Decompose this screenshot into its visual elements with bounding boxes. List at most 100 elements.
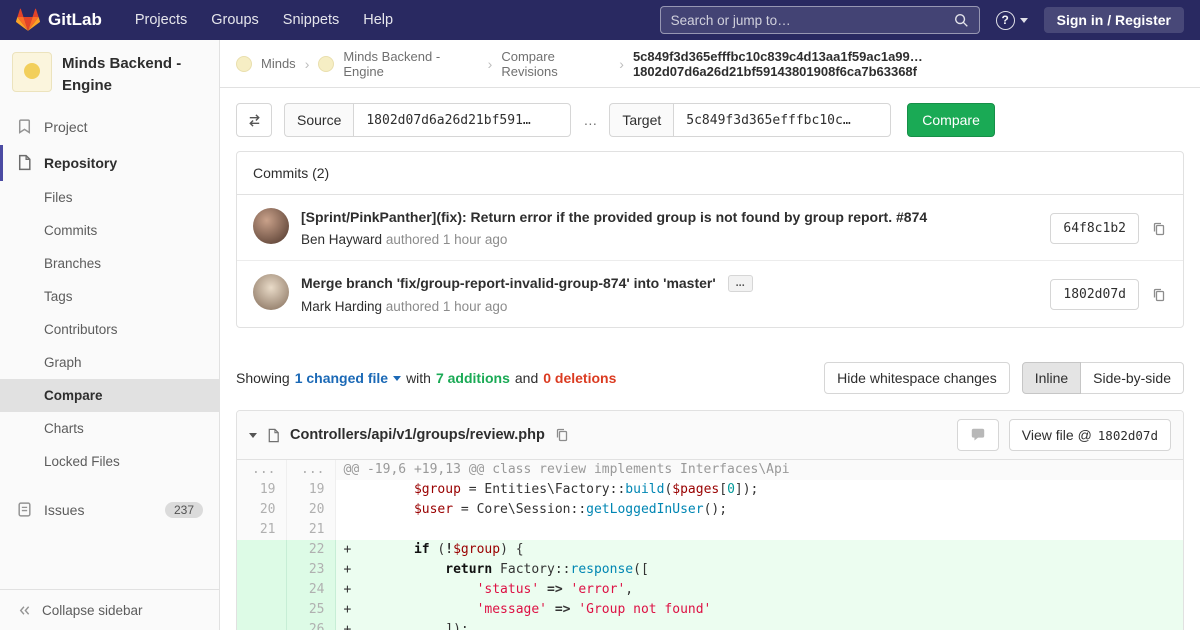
sidebar-item-files[interactable]: Files (0, 181, 219, 214)
sign-in-button[interactable]: Sign in / Register (1044, 7, 1184, 33)
copy-commit-sha-button[interactable] (1151, 221, 1167, 237)
view-file-label: View file @ (1022, 427, 1092, 443)
diff-code-line: + return Factory::response([ (335, 560, 1183, 580)
sidebar-item-project[interactable]: Project (0, 109, 219, 145)
swap-icon (246, 112, 263, 129)
sidebar-project-header[interactable]: Minds Backend - Engine (0, 40, 219, 107)
diff-old-line-number[interactable] (237, 600, 286, 620)
diff-old-line-number[interactable] (237, 560, 286, 580)
view-file-button[interactable]: View file @ 1802d07d (1009, 419, 1171, 451)
diff-file-actions: View file @ 1802d07d (957, 419, 1171, 451)
sidebar-item-issues[interactable]: Issues 237 (0, 492, 219, 528)
project-avatar (12, 52, 52, 92)
with-label: with (406, 370, 431, 386)
diff-new-line-number[interactable]: 24 (286, 580, 335, 600)
breadcrumb-group-link[interactable]: Minds (261, 56, 296, 71)
gitlab-home-link[interactable]: GitLab (16, 8, 102, 32)
commit-title-link[interactable]: Merge branch 'fix/group-report-invalid-g… (301, 275, 716, 291)
nav-snippets[interactable]: Snippets (272, 6, 350, 34)
commit-actions: 1802d07d (1050, 274, 1167, 310)
target-revision-input[interactable] (673, 103, 891, 137)
diff-line-add: 22+ if (!$group) { (237, 540, 1183, 560)
copy-icon (554, 427, 570, 443)
nav-help[interactable]: Help (352, 6, 404, 34)
navbar-right: ? Sign in / Register (660, 6, 1184, 34)
commit-title-link[interactable]: [Sprint/PinkPanther](fix): Return error … (301, 209, 927, 225)
copy-file-path-button[interactable] (554, 427, 570, 443)
diff-code-line: $user = Core\Session::getLoggedInUser(); (335, 500, 1183, 520)
diff-new-line-number[interactable]: 25 (286, 600, 335, 620)
nav-groups[interactable]: Groups (200, 6, 270, 34)
diff-code-line: + if (!$group) { (335, 540, 1183, 560)
diff-old-line-number[interactable] (237, 580, 286, 600)
expand-commit-message-button[interactable]: ... (728, 275, 753, 292)
swap-revisions-button[interactable] (236, 103, 272, 137)
copy-commit-sha-button[interactable] (1151, 287, 1167, 303)
toggle-comments-button[interactable] (957, 419, 999, 451)
help-icon: ? (996, 11, 1015, 30)
diff-code-line (335, 520, 1183, 540)
commit-author-link[interactable]: Ben Hayward (301, 232, 382, 247)
sidebar-item-commits[interactable]: Commits (0, 214, 219, 247)
target-input-group: Target (609, 103, 891, 137)
brand-name: GitLab (48, 10, 102, 30)
diff-new-line-number[interactable]: 22 (286, 540, 335, 560)
diff-line-add: 26+ ]); (237, 620, 1183, 630)
commit-sha-button[interactable]: 1802d07d (1050, 279, 1139, 310)
diff-stats-row: Showing 1 changed file with 7 additions … (236, 362, 1184, 394)
diff-old-line-number[interactable]: 20 (237, 500, 286, 520)
search-box[interactable] (660, 6, 980, 34)
avatar[interactable] (253, 274, 289, 310)
compare-separator: … (583, 112, 597, 128)
diff-old-line-number[interactable]: ... (237, 460, 286, 480)
commit-author-link[interactable]: Mark Harding (301, 299, 382, 314)
sidebar-item-contributors[interactable]: Contributors (0, 313, 219, 346)
diff-old-line-number[interactable] (237, 540, 286, 560)
file-icon (266, 428, 281, 443)
diff-new-line-number[interactable]: 26 (286, 620, 335, 630)
collapse-diff-icon[interactable] (249, 433, 257, 438)
commit-main: [Sprint/PinkPanther](fix): Return error … (301, 208, 1034, 247)
diff-new-line-number[interactable]: 23 (286, 560, 335, 580)
commit-sha-button[interactable]: 64f8c1b2 (1050, 213, 1139, 244)
compare-button[interactable]: Compare (907, 103, 995, 137)
inline-view-button[interactable]: Inline (1022, 362, 1081, 394)
diff-new-line-number[interactable]: 19 (286, 480, 335, 500)
chevron-down-icon (393, 376, 401, 381)
commit-row: Merge branch 'fix/group-report-invalid-g… (237, 260, 1183, 327)
sidebar-item-locked-files[interactable]: Locked Files (0, 445, 219, 478)
sidebar-item-tags[interactable]: Tags (0, 280, 219, 313)
diff-old-line-number[interactable] (237, 620, 286, 630)
search-input[interactable] (671, 13, 954, 28)
commits-panel: Commits (2) [Sprint/PinkPanther](fix): R… (236, 151, 1184, 328)
side-by-side-view-button[interactable]: Side-by-side (1081, 362, 1184, 394)
breadcrumb-project-link[interactable]: Minds Backend - Engine (343, 49, 478, 79)
breadcrumb-section-link[interactable]: Compare Revisions (501, 49, 610, 79)
diff-table: ......@@ -19,6 +19,13 @@ class review im… (237, 460, 1183, 630)
changed-files-dropdown[interactable]: 1 changed file (295, 370, 401, 386)
diff-stats-text: Showing 1 changed file with 7 additions … (236, 370, 616, 386)
source-revision-input[interactable] (353, 103, 571, 137)
diff-new-line-number[interactable]: 20 (286, 500, 335, 520)
changed-files-label: 1 changed file (295, 370, 388, 386)
collapse-sidebar-button[interactable]: Collapse sidebar (0, 589, 219, 630)
sidebar-item-compare[interactable]: Compare (0, 379, 219, 412)
nav-projects[interactable]: Projects (124, 6, 198, 34)
sidebar-item-graph[interactable]: Graph (0, 346, 219, 379)
breadcrumb-separator: › (488, 56, 493, 72)
diff-new-line-number[interactable]: ... (286, 460, 335, 480)
avatar[interactable] (253, 208, 289, 244)
issues-icon (16, 501, 34, 519)
help-dropdown[interactable]: ? (996, 11, 1028, 30)
sidebar-item-branches[interactable]: Branches (0, 247, 219, 280)
diff-file-path[interactable]: Controllers/api/v1/groups/review.php (290, 427, 545, 443)
sidebar-item-charts[interactable]: Charts (0, 412, 219, 445)
diff-line-hunk: ......@@ -19,6 +19,13 @@ class review im… (237, 460, 1183, 480)
sidebar-item-repository[interactable]: Repository (0, 145, 219, 181)
diff-old-line-number[interactable]: 19 (237, 480, 286, 500)
deletions-count: 0 deletions (543, 370, 616, 386)
diff-new-line-number[interactable]: 21 (286, 520, 335, 540)
commit-authored-time: authored 1 hour ago (386, 299, 508, 314)
diff-old-line-number[interactable]: 21 (237, 520, 286, 540)
hide-whitespace-button[interactable]: Hide whitespace changes (824, 362, 1010, 394)
